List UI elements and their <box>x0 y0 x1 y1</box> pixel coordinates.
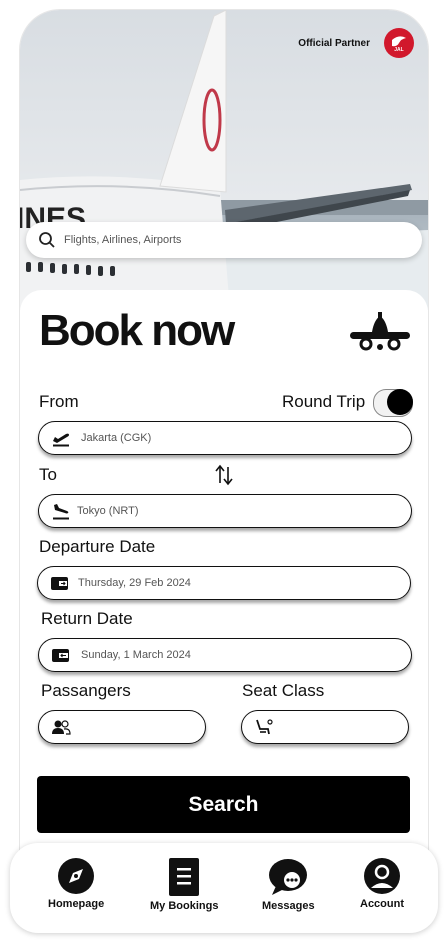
to-value: Tokyo (NRT) <box>77 505 139 517</box>
return-date-field[interactable]: Sunday, 1 March 2024 <box>38 638 412 672</box>
search-icon <box>39 232 55 248</box>
search-button[interactable]: Search <box>37 776 410 833</box>
return-value: Sunday, 1 March 2024 <box>81 649 191 661</box>
passengers-icon <box>51 717 71 737</box>
official-partner-text: Official Partner <box>298 38 370 49</box>
from-field[interactable]: Jakarta (CGK) <box>38 421 412 455</box>
booking-card: Book now From Round Trip Jakarta (CGK) T… <box>20 290 428 910</box>
from-label: From <box>39 392 79 411</box>
departure-value: Thursday, 29 Feb 2024 <box>78 577 191 589</box>
landing-icon <box>51 501 71 521</box>
nav-item-messages[interactable]: Messages <box>262 858 315 912</box>
nav-item-my-bookings[interactable]: My Bookings <box>150 858 218 912</box>
toggle-knob <box>387 389 413 415</box>
seat-class-field[interactable] <box>241 710 409 744</box>
nav-label-messages: Messages <box>262 900 315 912</box>
jal-logo: JAL <box>384 28 414 58</box>
departure-label: Departure Date <box>39 537 156 556</box>
seat-class-label: Seat Class <box>242 681 325 700</box>
calendar-departure-icon <box>50 573 70 593</box>
user-icon <box>364 858 400 894</box>
nav-item-homepage[interactable]: Homepage <box>48 858 104 910</box>
passengers-field[interactable] <box>38 710 206 744</box>
takeoff-icon <box>51 428 71 448</box>
search-input[interactable] <box>62 233 386 247</box>
to-label: To <box>39 465 57 484</box>
airplane-icon <box>350 312 410 351</box>
bottom-navigation: Homepage My Bookings Messages Account <box>10 843 438 933</box>
passengers-label: Passangers <box>41 681 131 700</box>
calendar-return-icon <box>51 645 71 665</box>
page-title: Book now <box>39 306 235 355</box>
document-icon <box>169 858 200 896</box>
swap-icon[interactable] <box>214 464 234 486</box>
seat-icon <box>254 717 274 737</box>
departure-date-field[interactable]: Thursday, 29 Feb 2024 <box>37 566 411 600</box>
nav-item-account[interactable]: Account <box>360 858 404 910</box>
svg-text:JAL: JAL <box>394 47 403 53</box>
round-trip-toggle[interactable] <box>373 389 413 417</box>
nav-label-my-bookings: My Bookings <box>150 900 219 912</box>
hero-image: INES Official Partner JAL <box>20 10 428 310</box>
round-trip-label: Round Trip <box>282 392 366 411</box>
return-label: Return Date <box>41 609 133 628</box>
compass-icon <box>58 858 95 894</box>
nav-label-homepage: Homepage <box>48 898 105 910</box>
nav-label-account: Account <box>360 898 404 910</box>
to-field[interactable]: Tokyo (NRT) <box>38 494 412 528</box>
from-value: Jakarta (CGK) <box>81 432 152 444</box>
phone-frame: INES Official Partner JAL Flights, Airli… <box>20 10 428 910</box>
search-bar[interactable] <box>26 222 422 258</box>
chat-icon <box>269 859 308 895</box>
